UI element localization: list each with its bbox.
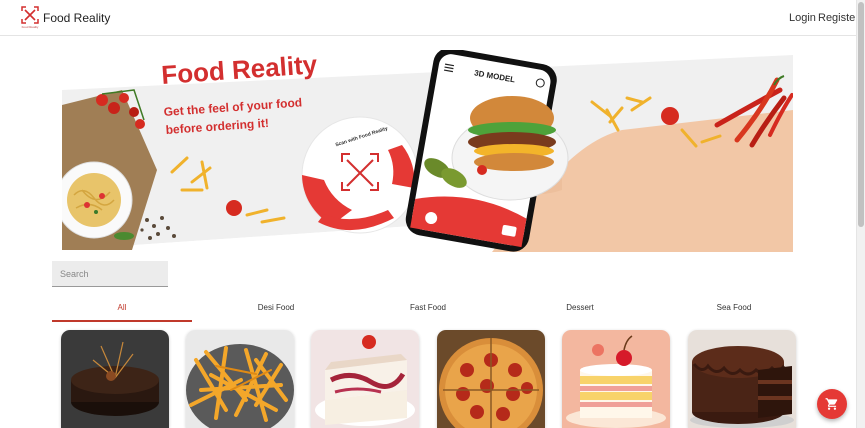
- tab-dessert[interactable]: Dessert: [516, 298, 644, 322]
- brand-name[interactable]: Food Reality: [43, 11, 110, 25]
- product-card-chocolate-layer-cake[interactable]: [688, 330, 796, 428]
- product-card-strawberry-cream-cake[interactable]: [562, 330, 670, 428]
- tab-fast-food[interactable]: Fast Food: [364, 298, 492, 322]
- page-scrollbar[interactable]: [856, 0, 865, 428]
- search-input[interactable]: [52, 261, 168, 287]
- category-tabs: All Desi Food Fast Food Dessert Sea Food: [52, 298, 812, 322]
- tab-sea-food[interactable]: Sea Food: [670, 298, 798, 322]
- product-card-chocolate-mousse-cake[interactable]: [61, 330, 169, 428]
- food-reality-logo-icon[interactable]: Food Reality: [20, 5, 40, 29]
- product-card-strawberry-cheesecake[interactable]: [311, 330, 419, 428]
- tab-desi-food[interactable]: Desi Food: [212, 298, 340, 322]
- logo-caption: Food Reality: [22, 25, 39, 29]
- cart-button[interactable]: [817, 389, 847, 419]
- shopping-cart-icon: [825, 398, 838, 410]
- top-navbar: Food Reality Food Reality Login Register: [0, 0, 859, 36]
- product-card-pepperoni-pizza[interactable]: [437, 330, 545, 428]
- login-link[interactable]: Login: [789, 12, 816, 24]
- hero-banner: Food Reality Get the feel of your food b…: [62, 50, 793, 252]
- scrollbar-thumb[interactable]: [858, 2, 864, 227]
- product-card-french-fries[interactable]: [186, 330, 294, 428]
- tab-all[interactable]: All: [52, 298, 192, 322]
- register-link[interactable]: Register: [818, 12, 859, 24]
